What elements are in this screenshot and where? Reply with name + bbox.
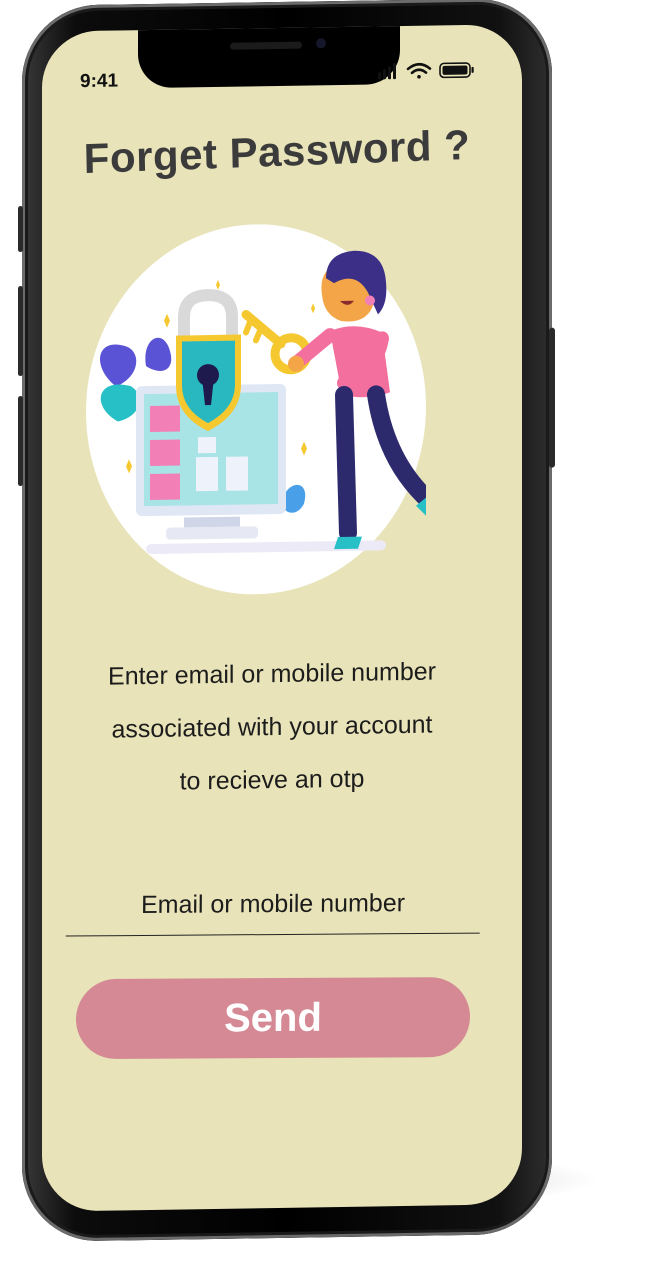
volume-up-button xyxy=(18,285,23,377)
status-time: 9:41 xyxy=(80,70,119,93)
page-title: Forget Password ? xyxy=(83,120,471,183)
status-icons xyxy=(378,62,474,80)
email-or-mobile-field xyxy=(65,872,481,937)
email-or-mobile-input[interactable] xyxy=(65,872,481,936)
instructions-text: Enter email or mobile number associated … xyxy=(82,645,462,810)
instructions-line-2: associated with your account xyxy=(111,710,433,744)
speaker-grille xyxy=(230,41,302,50)
volume-down-button xyxy=(18,395,23,487)
signal-icon xyxy=(378,63,396,80)
instructions-line-3: to recieve an otp xyxy=(179,764,365,796)
phone-frame: 9:41 Forget Password ? Enter email or mo… xyxy=(18,0,555,1243)
send-button[interactable]: Send xyxy=(75,977,471,1060)
front-camera xyxy=(316,38,326,49)
instructions-line-1: Enter email or mobile number xyxy=(108,657,436,691)
silent-switch xyxy=(18,205,23,253)
password-security-illustration xyxy=(86,224,426,595)
app-screen: 9:41 Forget Password ? Enter email or mo… xyxy=(42,24,522,1212)
power-button xyxy=(549,327,555,468)
notch xyxy=(138,24,400,89)
battery-icon xyxy=(439,62,474,79)
wifi-icon xyxy=(406,62,432,79)
